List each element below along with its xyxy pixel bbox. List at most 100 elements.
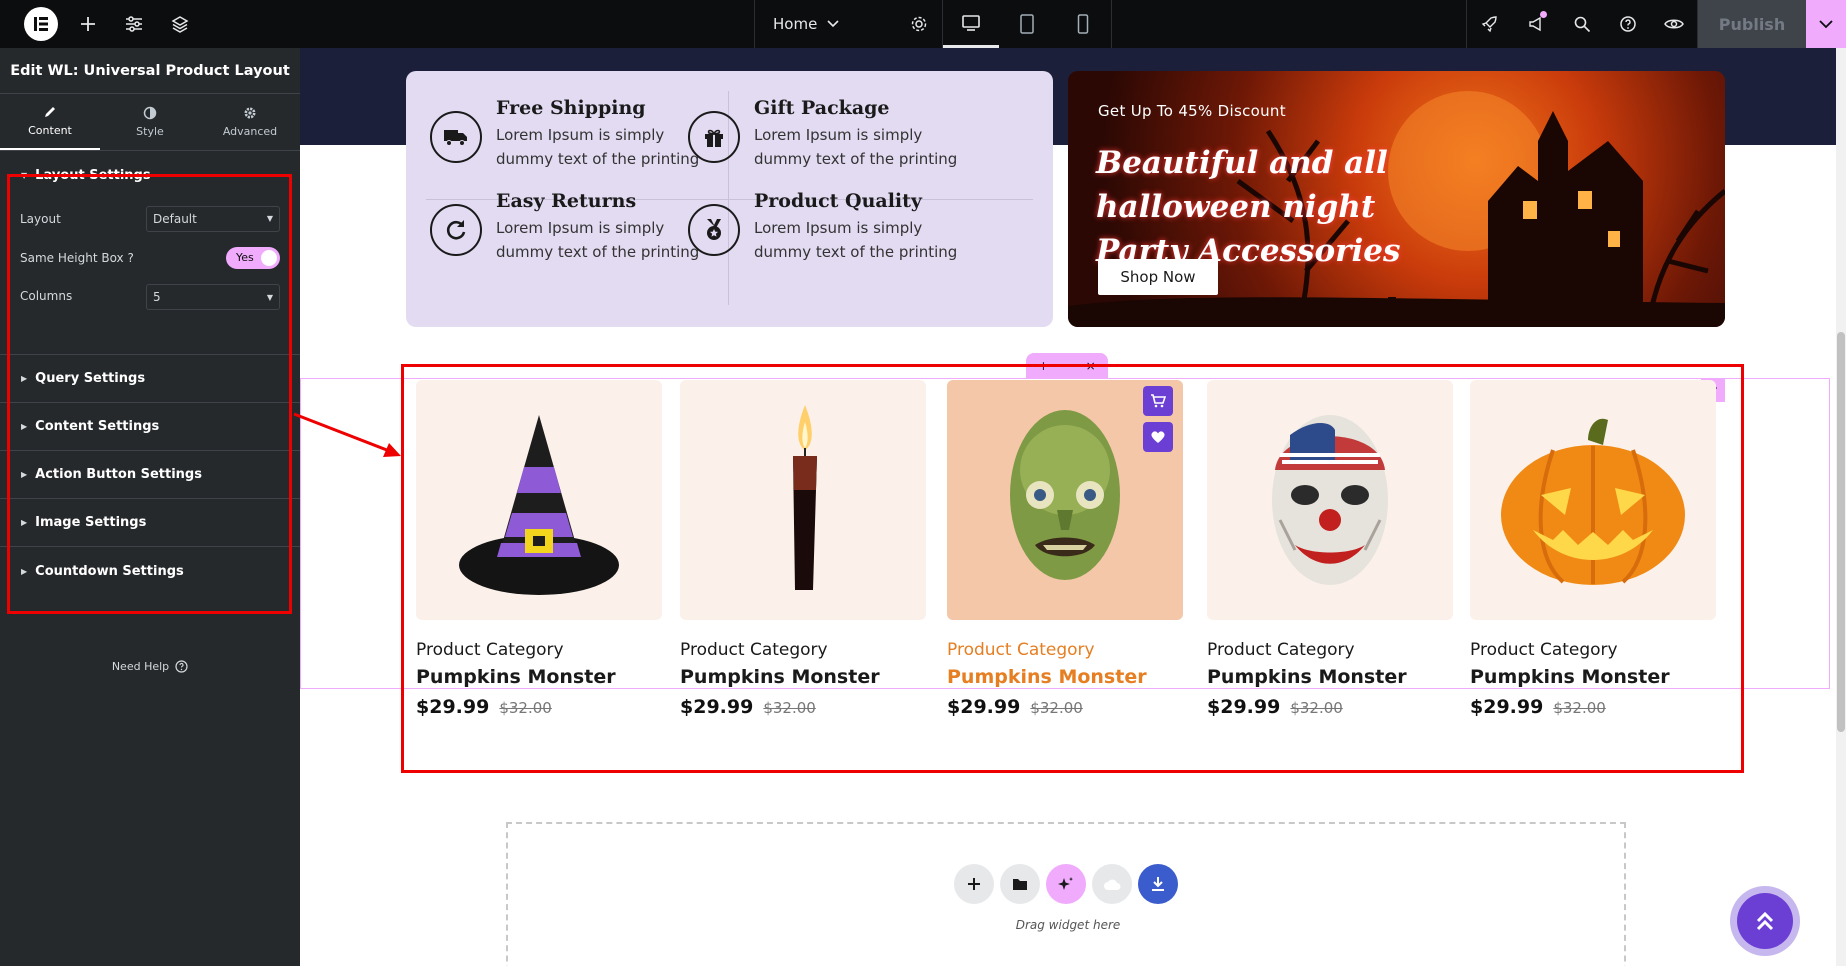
help-circle-icon — [175, 660, 188, 673]
structure-button[interactable] — [157, 0, 203, 48]
truck-icon — [430, 111, 482, 163]
product-image[interactable] — [416, 380, 662, 620]
product-image[interactable] — [680, 380, 926, 620]
action-button-settings-label: Action Button Settings — [35, 467, 202, 482]
mobile-view-button[interactable] — [1055, 0, 1111, 48]
image-settings-section[interactable]: ▶ Image Settings — [0, 499, 300, 547]
product-image[interactable] — [1470, 380, 1716, 620]
layout-settings-section[interactable]: ▼ Layout Settings — [0, 151, 300, 199]
product-name[interactable]: Pumpkins Monster — [416, 666, 662, 688]
page-selector[interactable]: Home — [754, 0, 896, 48]
feature-title: Easy Returns — [496, 190, 637, 212]
zombie-mask-image — [1010, 410, 1120, 580]
product-card[interactable]: Product Category Pumpkins Monster $29.99… — [1470, 380, 1716, 718]
witch-hat-image — [459, 415, 619, 595]
add-element-button[interactable] — [65, 0, 111, 48]
caret-down-icon: ▼ — [21, 170, 28, 180]
layout-select[interactable]: Default ▼ — [146, 205, 280, 232]
caret-right-icon: ▶ — [21, 374, 28, 383]
product-price: $29.99 $32.00 — [1207, 696, 1453, 718]
query-settings-label: Query Settings — [35, 371, 146, 386]
current-price: $29.99 — [680, 696, 754, 718]
finder-button[interactable] — [1559, 0, 1605, 48]
shop-now-button[interactable]: Shop Now — [1098, 259, 1218, 295]
scrollbar-thumb[interactable] — [1837, 332, 1845, 732]
canvas-scrollbar[interactable] — [1836, 48, 1846, 966]
ai-generate-button[interactable] — [1046, 864, 1086, 904]
gear-icon — [911, 16, 927, 32]
desktop-icon — [962, 14, 980, 31]
columns-select[interactable]: 5 ▼ — [146, 284, 280, 310]
same-height-toggle[interactable]: Yes — [226, 246, 280, 269]
promo-title: Beautiful and all halloween night Party … — [1096, 145, 1401, 269]
publish-button[interactable]: Publish — [1698, 0, 1806, 48]
tab-advanced[interactable]: Advanced — [200, 94, 300, 150]
drag-handle-icon[interactable]: ⋯ — [1061, 359, 1073, 373]
download-icon — [1152, 877, 1164, 891]
product-name[interactable]: Pumpkins Monster — [947, 666, 1193, 688]
product-name[interactable]: Pumpkins Monster — [680, 666, 926, 688]
old-price: $32.00 — [1553, 699, 1606, 717]
import-button[interactable] — [1138, 864, 1178, 904]
product-card[interactable]: Product Category Pumpkins Monster $29.99… — [680, 380, 926, 718]
product-card[interactable]: Product Category Pumpkins Monster $29.99… — [1207, 380, 1453, 718]
feature-product-quality: Product Quality Lorem Ipsum is simply du… — [688, 184, 988, 284]
feature-title: Product Quality — [754, 190, 922, 212]
product-category: Product Category — [680, 640, 828, 660]
close-icon[interactable]: × — [1086, 359, 1096, 373]
product-image[interactable] — [1207, 380, 1453, 620]
section-handle[interactable]: + ⋯ × — [1026, 353, 1108, 379]
drop-zone-actions — [954, 864, 1178, 904]
return-icon — [430, 204, 482, 256]
product-card[interactable]: Product Category Pumpkins Monster $29.99… — [416, 380, 662, 718]
tablet-view-button[interactable] — [999, 0, 1055, 48]
tab-style[interactable]: Style — [100, 94, 200, 150]
need-help-link[interactable]: Need Help — [0, 660, 300, 673]
caret-down-icon: ▼ — [266, 214, 273, 223]
product-price: $29.99 $32.00 — [1470, 696, 1716, 718]
old-price: $32.00 — [763, 699, 816, 717]
notification-dot — [1540, 11, 1547, 18]
preview-button[interactable] — [1651, 0, 1697, 48]
feature-desc: Lorem Ipsum is simply dummy text of the … — [496, 219, 700, 261]
launchpad-button[interactable] — [1467, 0, 1513, 48]
site-settings-button[interactable] — [111, 0, 157, 48]
page-settings-button[interactable] — [896, 0, 942, 48]
feature-desc: Lorem Ipsum is simply dummy text of the … — [754, 126, 958, 168]
current-price: $29.99 — [1207, 696, 1281, 718]
pencil-icon — [45, 107, 55, 117]
add-to-cart-button[interactable] — [1143, 386, 1173, 416]
promo-banner: Get Up To 45% Discount Beautiful and all… — [1068, 71, 1725, 327]
help-button[interactable] — [1605, 0, 1651, 48]
product-category: Product Category — [1470, 640, 1618, 660]
query-settings-section[interactable]: ▶ Query Settings — [0, 355, 300, 403]
content-settings-section[interactable]: ▶ Content Settings — [0, 403, 300, 451]
whats-new-button[interactable] — [1513, 0, 1559, 48]
panel-tabs: Content Style Advanced — [0, 94, 300, 151]
wishlist-button[interactable] — [1143, 422, 1173, 452]
add-section-icon[interactable]: + — [1038, 359, 1048, 373]
features-box: Free Shipping Lorem Ipsum is simply dumm… — [406, 71, 1053, 327]
tab-content[interactable]: Content — [0, 94, 100, 150]
product-name[interactable]: Pumpkins Monster — [1470, 666, 1716, 688]
top-bar: Home Publish — [0, 0, 1846, 48]
publish-options-button[interactable] — [1806, 0, 1846, 48]
countdown-settings-section[interactable]: ▶ Countdown Settings — [0, 547, 300, 595]
current-price: $29.99 — [1470, 696, 1544, 718]
clown-mask-image — [1272, 415, 1388, 585]
eye-icon — [1664, 19, 1684, 29]
product-card-highlighted[interactable]: Product Category Pumpkins Monster $29.99… — [947, 380, 1193, 718]
desktop-view-button[interactable] — [943, 0, 999, 48]
product-name[interactable]: Pumpkins Monster — [1207, 666, 1453, 688]
elementor-logo-button[interactable] — [17, 0, 65, 48]
sliders-icon — [126, 16, 142, 32]
kit-button[interactable] — [1092, 864, 1132, 904]
rocket-icon — [1481, 16, 1497, 33]
feature-easy-returns: Easy Returns Lorem Ipsum is simply dummy… — [430, 184, 730, 284]
same-height-value: Yes — [236, 251, 254, 264]
add-section-button[interactable] — [954, 864, 994, 904]
product-image[interactable] — [947, 380, 1183, 620]
action-button-settings-section[interactable]: ▶ Action Button Settings — [0, 451, 300, 499]
add-template-button[interactable] — [1000, 864, 1040, 904]
scroll-to-top-button[interactable] — [1730, 886, 1800, 956]
